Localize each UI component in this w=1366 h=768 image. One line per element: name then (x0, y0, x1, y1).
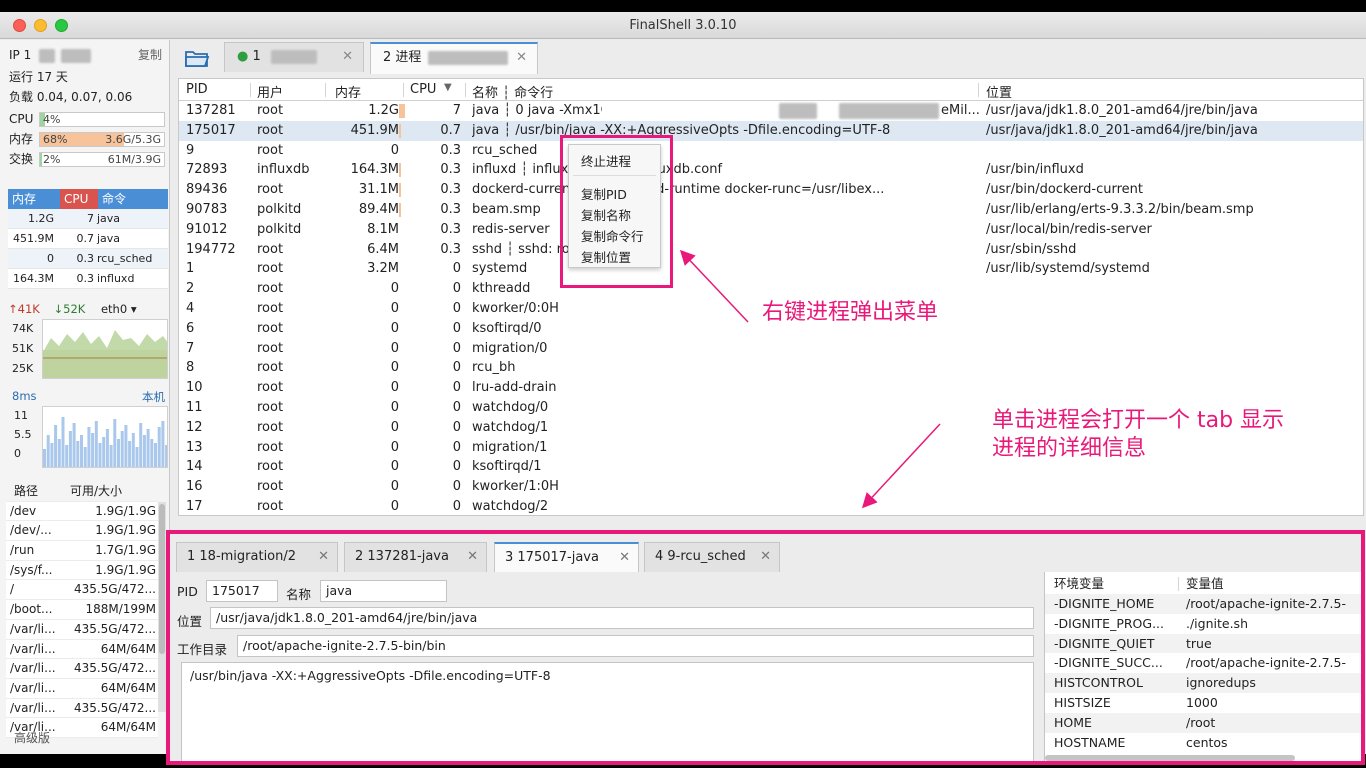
annotation-click-line2: 进程的详细信息 (992, 436, 1147, 461)
detail-panel-highlight (166, 530, 1365, 765)
annotation-right-click: 右键进程弹出菜单 (762, 300, 939, 325)
app-window: FinalShell 3.0.10 IP 1 复制 运行 17 天 负载 0.0… (0, 12, 1366, 765)
